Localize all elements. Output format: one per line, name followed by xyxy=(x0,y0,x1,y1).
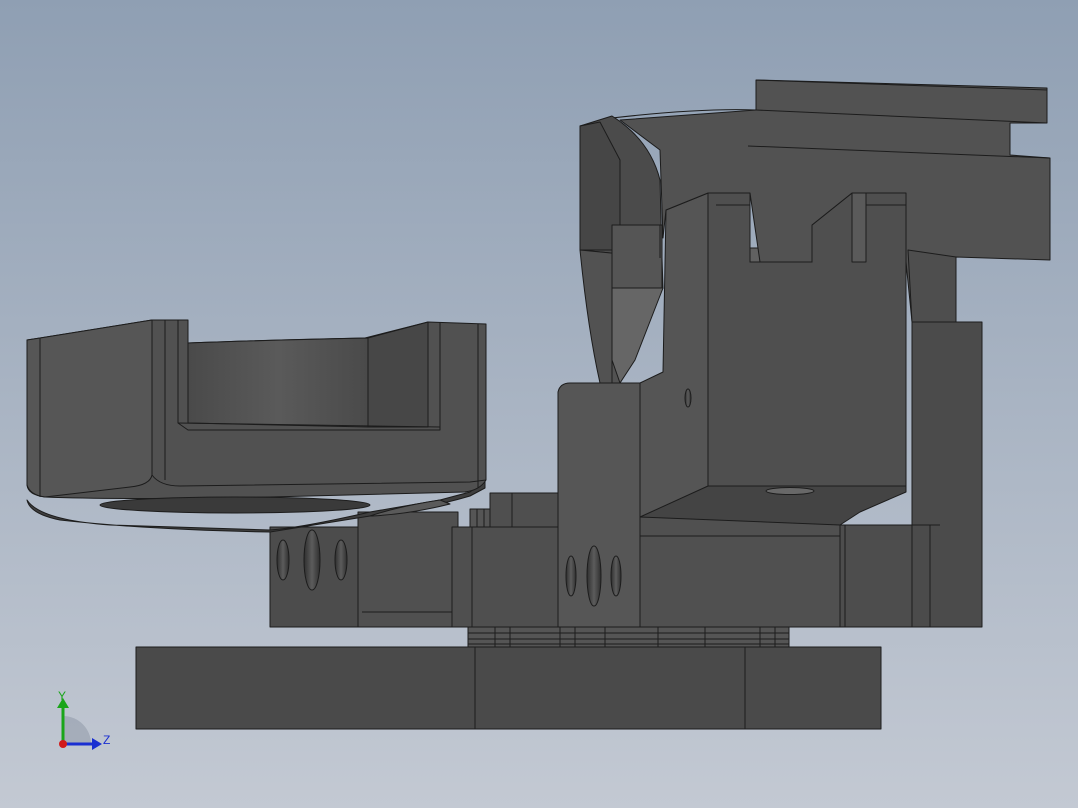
mount-hole xyxy=(303,529,321,591)
y-axis-label: Y xyxy=(58,689,66,703)
plinth-hole xyxy=(765,487,815,495)
base-plate[interactable] xyxy=(135,646,882,730)
shim-stack xyxy=(467,626,790,648)
mount-hole xyxy=(276,539,290,581)
z-axis-label: Z xyxy=(103,733,110,747)
mount-hole xyxy=(334,539,348,581)
mount-hole xyxy=(565,555,577,597)
graphics-viewport[interactable]: Y Z xyxy=(0,0,1078,808)
mount-hole xyxy=(610,555,622,597)
housing-bore xyxy=(99,496,371,514)
pin-hole xyxy=(684,388,692,408)
mount-hole xyxy=(586,545,602,607)
model-view[interactable]: Y Z xyxy=(0,0,1078,808)
